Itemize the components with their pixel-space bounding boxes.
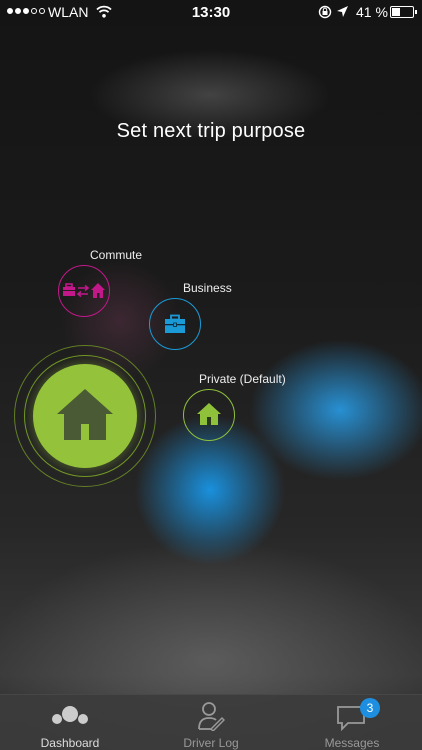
commute-icon	[63, 283, 105, 298]
status-bar: WLAN 13:30 41 %	[0, 0, 422, 24]
business-option-button[interactable]	[149, 298, 201, 350]
battery-percentage: 41 %	[356, 4, 388, 20]
private-label: Private (Default)	[199, 372, 286, 386]
location-arrow-icon	[337, 6, 348, 17]
tab-driver-log[interactable]: Driver Log	[141, 695, 281, 750]
business-label: Business	[183, 281, 232, 295]
commute-option-button[interactable]	[58, 265, 110, 317]
tab-dashboard[interactable]: Dashboard	[0, 695, 140, 750]
house-icon	[57, 389, 113, 440]
rotation-lock-icon	[318, 5, 332, 19]
messages-badge: 3	[360, 698, 380, 718]
tab-messages-label: Messages	[324, 736, 380, 750]
driver-log-icon	[198, 702, 225, 731]
tab-driver-log-label: Driver Log	[183, 736, 239, 750]
briefcase-icon	[165, 314, 185, 333]
tab-messages[interactable]: 3 Messages	[282, 695, 422, 750]
tab-bar: Dashboard Driver Log 3 Messages	[0, 694, 422, 750]
page-title: Set next trip purpose	[116, 120, 306, 142]
house-icon	[197, 403, 221, 425]
battery-icon	[390, 6, 417, 18]
selected-purpose-button[interactable]	[33, 364, 137, 468]
commute-label: Commute	[90, 248, 143, 262]
tab-dashboard-label: Dashboard	[40, 736, 100, 750]
private-option-button[interactable]	[183, 389, 235, 441]
dashboard-icon	[52, 706, 88, 724]
